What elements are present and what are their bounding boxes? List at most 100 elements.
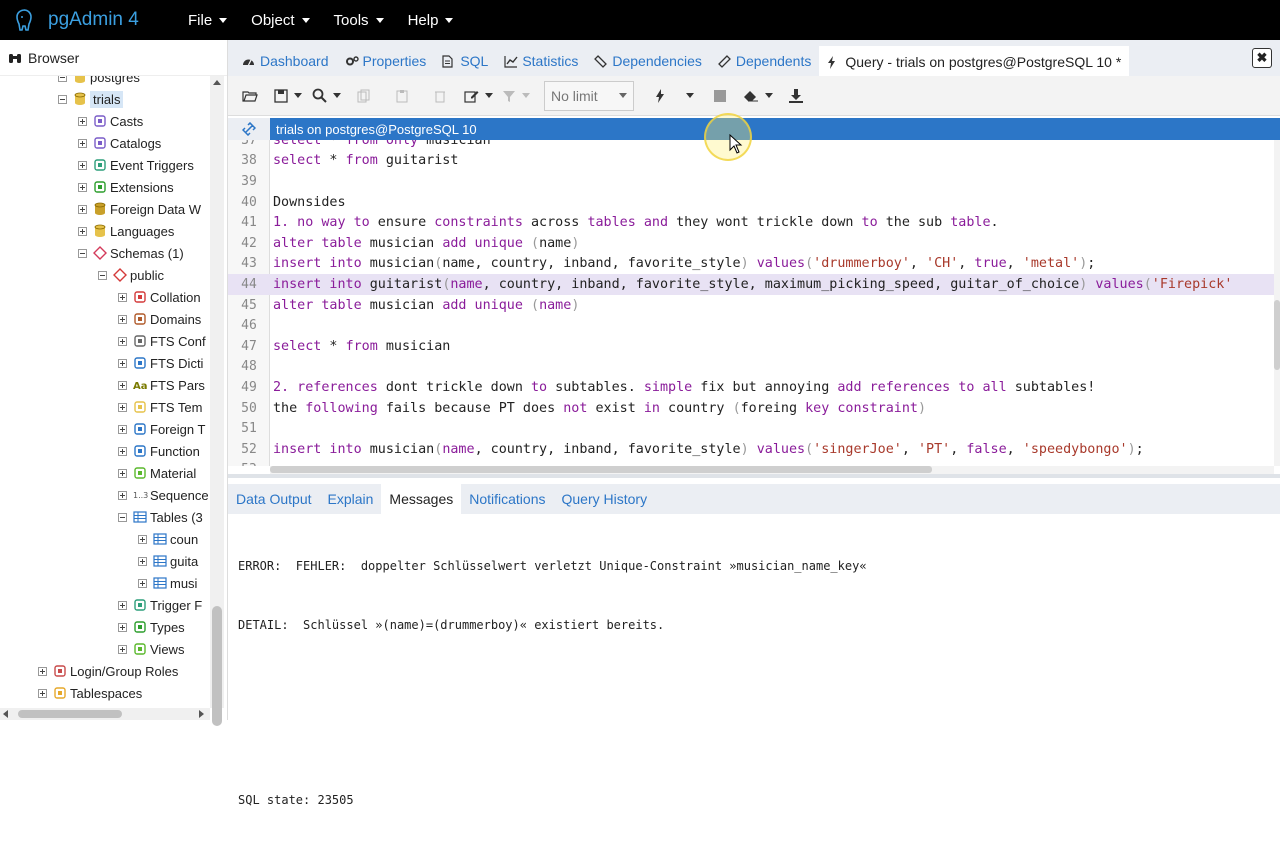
tree-item[interactable]: Aa FTS Pars [118, 374, 205, 396]
delete-button[interactable] [422, 80, 458, 112]
code-line[interactable]: 45 alter table musician add unique (name) [228, 295, 1274, 316]
tree-item[interactable]: Trigger F [118, 594, 202, 616]
tree-item[interactable]: Extensions [78, 176, 174, 198]
row-limit-select[interactable]: No limit [544, 80, 634, 111]
result-tab-messages[interactable]: Messages [381, 484, 462, 514]
expand-icon[interactable] [118, 358, 127, 368]
download-button[interactable] [778, 80, 814, 112]
tree-item[interactable]: Languages [78, 220, 174, 242]
tab-dashboard[interactable]: Dashboard [234, 46, 337, 76]
tree-item[interactable]: Casts [78, 110, 143, 132]
find-button[interactable] [308, 80, 344, 112]
code-line[interactable]: 42 alter table musician add unique (name) [228, 233, 1274, 254]
expand-icon[interactable] [138, 578, 147, 588]
editor-vertical-scrollbar[interactable] [1274, 140, 1280, 466]
tree-item[interactable]: FTS Dicti [118, 352, 203, 374]
expand-icon[interactable] [118, 644, 127, 654]
tab-dependents[interactable]: Dependents [710, 46, 820, 76]
tree-item[interactable]: musi [138, 572, 197, 594]
code-line[interactable]: 44 insert into guitarist (name, country, i… [228, 274, 1274, 295]
expand-icon[interactable] [118, 600, 127, 610]
tree-item[interactable]: Domains [118, 308, 201, 330]
tree-item[interactable]: Login/Group Roles [38, 660, 178, 682]
scroll-left-icon[interactable] [3, 710, 8, 718]
tree-item[interactable]: 1..3 Sequence [118, 484, 209, 506]
filter-button[interactable] [498, 80, 534, 112]
tab-statistics[interactable]: Statistics [496, 46, 586, 76]
collapse-icon[interactable] [118, 512, 127, 522]
connection-status-button[interactable] [228, 118, 270, 140]
code-line[interactable]: 40 Downsides [228, 192, 1274, 213]
code-line[interactable]: 43 insert into musician (name, country, in… [228, 254, 1274, 275]
execute-button[interactable] [642, 80, 678, 112]
tree-item[interactable]: Schemas (1) [78, 242, 184, 264]
tree-item[interactable]: Function [118, 440, 200, 462]
menu-tools[interactable]: Tools [322, 0, 396, 40]
expand-icon[interactable] [118, 402, 127, 412]
expand-icon[interactable] [118, 622, 127, 632]
clear-button[interactable] [740, 80, 776, 112]
browser-vertical-scrollbar[interactable] [210, 76, 224, 726]
browser-horizontal-scrollbar[interactable] [0, 708, 210, 720]
expand-icon[interactable] [118, 380, 127, 390]
scroll-right-icon[interactable] [199, 710, 204, 718]
stop-button[interactable] [702, 80, 738, 112]
tree-item[interactable]: trials [58, 88, 124, 110]
expand-icon[interactable] [118, 292, 127, 302]
expand-icon[interactable] [118, 314, 127, 324]
tree-item[interactable]: FTS Conf [118, 330, 206, 352]
collapse-icon[interactable] [58, 94, 67, 104]
expand-icon[interactable] [78, 160, 87, 170]
code-line[interactable]: 52 insert into musician (name, country, in… [228, 439, 1274, 460]
result-tab-explain[interactable]: Explain [320, 484, 382, 514]
tree-item[interactable]: Types [118, 616, 185, 638]
code-line[interactable]: 49 2. references dont trickle down to sub… [228, 377, 1274, 398]
tree-item[interactable]: guita [138, 550, 198, 572]
scroll-up-icon[interactable] [213, 80, 221, 85]
tree-item[interactable]: Material [118, 462, 196, 484]
tree-item[interactable]: FTS Tem [118, 396, 203, 418]
save-button[interactable] [270, 80, 306, 112]
panel-splitter[interactable] [228, 474, 1280, 478]
expand-icon[interactable] [78, 204, 87, 214]
menu-object[interactable]: Object [239, 0, 321, 40]
collapse-icon[interactable] [78, 248, 87, 258]
tab-dependencies[interactable]: Dependencies [586, 46, 710, 76]
expand-icon[interactable] [78, 182, 87, 192]
brand[interactable]: pgAdmin 4 [0, 7, 176, 33]
expand-icon[interactable] [38, 688, 47, 698]
tree-item[interactable]: Foreign Data W [78, 198, 201, 220]
open-file-button[interactable] [232, 80, 268, 112]
code-line[interactable]: 51 [228, 418, 1274, 439]
expand-icon[interactable] [118, 468, 127, 478]
collapse-icon[interactable] [58, 76, 67, 82]
tree-item[interactable]: public [98, 264, 164, 286]
execute-options-button[interactable] [680, 80, 700, 112]
scrollbar-thumb[interactable] [18, 710, 122, 718]
expand-icon[interactable] [138, 556, 147, 566]
tree-item[interactable]: Tablespaces [38, 682, 142, 704]
code-line[interactable]: 48 [228, 357, 1274, 378]
tree-item[interactable]: Catalogs [78, 132, 161, 154]
tree-item[interactable]: Event Triggers [78, 154, 194, 176]
tab-query[interactable]: Query - trials on postgres@PostgreSQL 10… [819, 46, 1130, 76]
expand-icon[interactable] [38, 666, 47, 676]
result-tab-query-history[interactable]: Query History [554, 484, 656, 514]
scrollbar-thumb[interactable] [212, 606, 222, 726]
editor-horizontal-scrollbar[interactable] [270, 466, 1274, 474]
sql-editor[interactable]: 37 select * from only musician 38 select * … [228, 140, 1274, 466]
tab-sql[interactable]: SQL [434, 46, 496, 76]
expand-icon[interactable] [118, 490, 127, 500]
expand-icon[interactable] [118, 336, 127, 346]
close-tab-button[interactable]: ✖ [1252, 48, 1272, 68]
result-tab-data-output[interactable]: Data Output [228, 484, 320, 514]
code-line[interactable]: 41 1. no way to ensure constraints across… [228, 212, 1274, 233]
expand-icon[interactable] [78, 226, 87, 236]
code-line[interactable]: 50 the following fails because PT does no… [228, 398, 1274, 419]
edit-button[interactable] [460, 80, 496, 112]
tree-item[interactable]: Views [118, 638, 184, 660]
result-tab-notifications[interactable]: Notifications [461, 484, 553, 514]
tree-item[interactable]: Foreign T [118, 418, 205, 440]
menu-help[interactable]: Help [396, 0, 466, 40]
code-line[interactable]: 38 select * from guitarist [228, 151, 1274, 172]
